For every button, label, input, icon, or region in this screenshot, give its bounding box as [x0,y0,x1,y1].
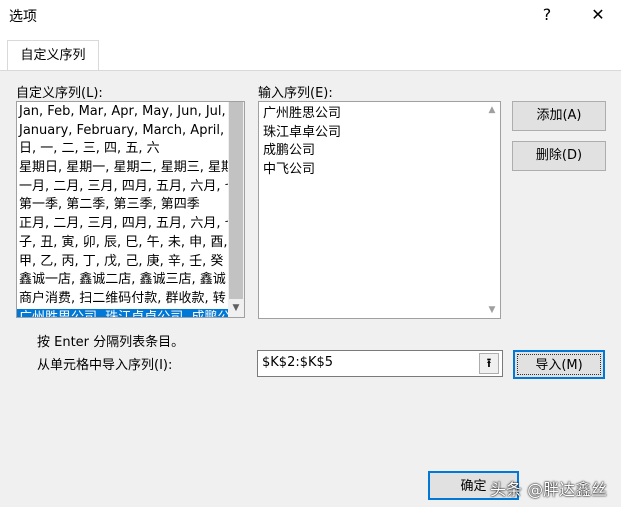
list-item[interactable]: 商户消费, 扫二维码付款, 群收款, 转 [17,290,228,309]
tab-custom-lists[interactable]: 自定义序列 [7,40,99,70]
scroll-down-arrow-icon[interactable]: ▼ [484,302,500,318]
listbox-scrollbar[interactable]: ▼ [228,102,244,317]
close-button[interactable]: ✕ [587,3,609,27]
window-title: 选项 [9,9,37,25]
import-range-input[interactable]: $K$2:$K$5 ⭱ [257,350,503,377]
entry-line: 中飞公司 [263,162,316,178]
list-item[interactable]: 星期日, 星期一, 星期二, 星期三, 星期 [17,159,228,178]
title-bar: 选项 ? ✕ [0,0,621,32]
list-item[interactable]: 第一季, 第二季, 第三季, 第四季 [17,196,228,215]
list-item[interactable]: Jan, Feb, Mar, Apr, May, Jun, Jul, [17,103,228,122]
help-button[interactable]: ? [536,3,558,27]
import-button[interactable]: 导入(M) [513,350,605,379]
list-entries-label: 输入序列(E): [258,86,333,101]
custom-lists-items: Jan, Feb, Mar, Apr, May, Jun, Jul, Januar… [17,103,228,317]
delete-button[interactable]: 删除(D) [512,141,606,171]
entries-scrollbar[interactable]: ▲ ▼ [484,102,500,318]
scrollbar-thumb[interactable] [229,102,243,299]
collapse-dialog-icon[interactable]: ⭱ [479,353,499,374]
tab-strip: 自定义序列 [0,40,621,70]
custom-lists-listbox[interactable]: Jan, Feb, Mar, Apr, May, Jun, Jul, Januar… [16,101,245,318]
list-item[interactable]: 甲, 乙, 丙, 丁, 戊, 己, 庚, 辛, 壬, 癸 [17,253,228,272]
list-item[interactable]: 日, 一, 二, 三, 四, 五, 六 [17,140,228,159]
scroll-down-arrow-icon[interactable]: ▼ [228,300,244,317]
entry-line: 广州胜思公司 [263,106,342,121]
scroll-up-arrow-icon[interactable]: ▲ [484,102,500,118]
list-item[interactable]: 子, 丑, 寅, 卯, 辰, 巳, 午, 未, 申, 酉, 戌 [17,234,228,253]
import-range-value: $K$2:$K$5 [262,355,334,370]
list-entries-lines: 广州胜思公司 珠江卓卓公司 成鹏公司中飞公司 [263,105,341,180]
add-button[interactable]: 添加(A) [512,101,606,131]
watermark: 头条 @胖达鑫丝 [490,480,608,499]
list-item[interactable]: 一月, 二月, 三月, 四月, 五月, 六月, 七 [17,178,228,197]
list-entries-textarea[interactable]: 广州胜思公司 珠江卓卓公司 成鹏公司中飞公司 ▲ ▼ [258,101,501,319]
list-item[interactable]: 广州胜思公司, 珠江卓卓公司, 成鹏公 [17,308,228,317]
import-range-label: 从单元格中导入序列(I): [37,358,173,373]
list-item[interactable]: January, February, March, April, I [17,122,228,141]
custom-lists-label: 自定义序列(L): [16,86,103,101]
list-item[interactable]: 鑫诚一店, 鑫诚二店, 鑫诚三店, 鑫诚 [17,271,228,290]
focus-rectangle [517,354,601,375]
list-item[interactable]: 正月, 二月, 三月, 四月, 五月, 六月, 七 [17,215,228,234]
enter-hint: 按 Enter 分隔列表条目。 [37,335,185,350]
entry-line: 珠江卓卓公司 [263,124,342,140]
entry-line: 成鹏公司 [263,143,316,159]
